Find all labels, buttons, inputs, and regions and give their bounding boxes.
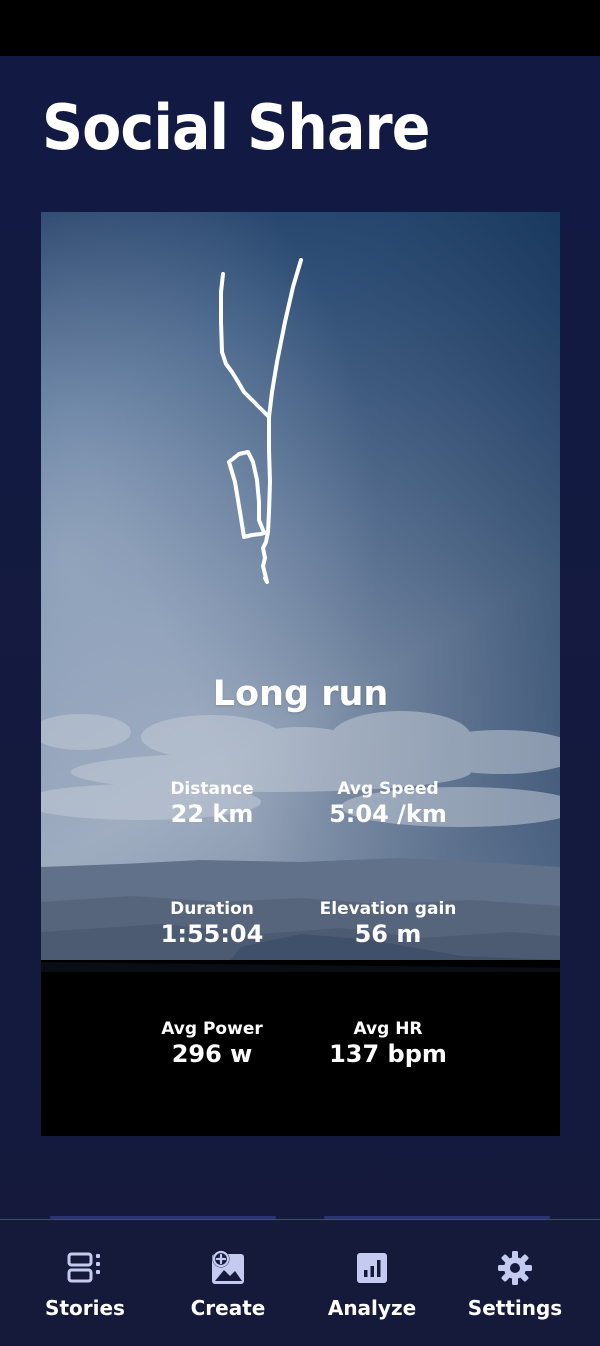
page-title: Social Share	[42, 91, 430, 164]
stat-avg-speed: Avg Speed 5:04 /km	[288, 778, 488, 828]
stat-value: 1:55:04	[160, 920, 264, 948]
activity-title: Long run	[212, 674, 389, 714]
stat-value: 137 bpm	[329, 1040, 447, 1068]
create-image-icon	[212, 1250, 244, 1284]
nav-item-stories[interactable]: Stories	[15, 1232, 155, 1332]
nav-label-stories: Stories	[45, 1296, 125, 1320]
stat-label: Distance	[170, 779, 254, 799]
stat-avg-power: Avg Power 296 w	[112, 1018, 312, 1068]
stat-elevation-gain: Elevation gain 56 m	[288, 898, 488, 948]
stat-value: 5:04 /km	[329, 800, 447, 828]
stat-duration: Duration 1:55:04	[112, 898, 312, 948]
stories-icon	[67, 1252, 100, 1283]
nav-item-settings[interactable]: Settings	[445, 1232, 585, 1332]
share-card-preview[interactable]: Long run Distance 22 km Avg Speed 5:04 /…	[41, 212, 560, 1136]
nav-label-settings: Settings	[467, 1296, 563, 1320]
analyze-chart-icon	[357, 1253, 387, 1283]
stat-distance: Distance 22 km	[112, 778, 312, 828]
stat-value: 296 w	[171, 1040, 253, 1068]
stat-label: Avg Power	[161, 1019, 263, 1039]
nav-item-create[interactable]: Create	[158, 1232, 298, 1332]
gear-icon	[498, 1251, 532, 1285]
stat-label: Elevation gain	[319, 899, 457, 919]
stat-label: Avg Speed	[337, 779, 439, 799]
nav-label-analyze: Analyze	[327, 1296, 417, 1320]
stat-value: 22 km	[170, 800, 254, 828]
stat-label: Avg HR	[353, 1019, 423, 1039]
stat-label: Duration	[170, 899, 254, 919]
stat-value: 56 m	[354, 920, 422, 948]
nav-item-analyze[interactable]: Analyze	[302, 1232, 442, 1332]
stat-avg-hr: Avg HR 137 bpm	[288, 1018, 488, 1068]
status-bar	[0, 0, 600, 56]
nav-label-create: Create	[190, 1296, 266, 1320]
